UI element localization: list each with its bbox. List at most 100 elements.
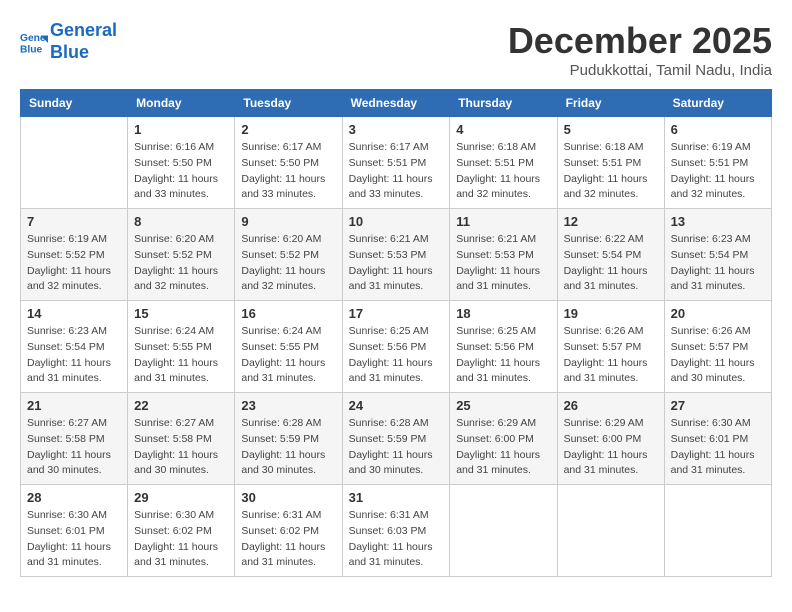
day-info: Sunrise: 6:26 AMSunset: 5:57 PMDaylight:… bbox=[671, 324, 765, 387]
calendar-cell: 3 Sunrise: 6:17 AMSunset: 5:51 PMDaylight… bbox=[342, 117, 450, 209]
calendar-cell: 1 Sunrise: 6:16 AMSunset: 5:50 PMDaylight… bbox=[128, 117, 235, 209]
day-info: Sunrise: 6:27 AMSunset: 5:58 PMDaylight:… bbox=[134, 416, 228, 479]
day-number: 29 bbox=[134, 490, 228, 505]
logo-line1: General bbox=[50, 20, 117, 40]
day-number: 19 bbox=[564, 306, 658, 321]
day-info: Sunrise: 6:20 AMSunset: 5:52 PMDaylight:… bbox=[241, 232, 335, 295]
day-info: Sunrise: 6:18 AMSunset: 5:51 PMDaylight:… bbox=[564, 140, 658, 203]
calendar-week-5: 28 Sunrise: 6:30 AMSunset: 6:01 PMDayligh… bbox=[21, 485, 772, 577]
calendar-cell: 21Sunrise: 6:27 AMSunset: 5:58 PMDayligh… bbox=[21, 393, 128, 485]
day-number: 24 bbox=[349, 398, 444, 413]
calendar-cell: 16Sunrise: 6:24 AMSunset: 5:55 PMDayligh… bbox=[235, 301, 342, 393]
calendar-cell bbox=[557, 485, 664, 577]
day-number: 10 bbox=[349, 214, 444, 229]
day-number: 2 bbox=[241, 122, 335, 137]
day-info: Sunrise: 6:31 AMSunset: 6:02 PMDaylight:… bbox=[241, 508, 335, 571]
day-number: 23 bbox=[241, 398, 335, 413]
day-info: Sunrise: 6:23 AMSunset: 5:54 PMDaylight:… bbox=[27, 324, 121, 387]
calendar-cell: 12Sunrise: 6:22 AMSunset: 5:54 PMDayligh… bbox=[557, 209, 664, 301]
day-info: Sunrise: 6:29 AMSunset: 6:00 PMDaylight:… bbox=[564, 416, 658, 479]
day-number: 11 bbox=[456, 214, 550, 229]
calendar-cell: 31 Sunrise: 6:31 AMSunset: 6:03 PMDayligh… bbox=[342, 485, 450, 577]
calendar-cell: 20 Sunrise: 6:26 AMSunset: 5:57 PMDayligh… bbox=[664, 301, 771, 393]
calendar-cell: 25 Sunrise: 6:29 AMSunset: 6:00 PMDayligh… bbox=[450, 393, 557, 485]
day-number: 21 bbox=[27, 398, 121, 413]
calendar-table: SundayMondayTuesdayWednesdayThursdayFrid… bbox=[20, 89, 772, 577]
calendar-cell: 18 Sunrise: 6:25 AMSunset: 5:56 PMDayligh… bbox=[450, 301, 557, 393]
calendar-week-3: 14 Sunrise: 6:23 AMSunset: 5:54 PMDayligh… bbox=[21, 301, 772, 393]
calendar-cell bbox=[450, 485, 557, 577]
day-number: 30 bbox=[241, 490, 335, 505]
day-number: 4 bbox=[456, 122, 550, 137]
calendar-cell: 22Sunrise: 6:27 AMSunset: 5:58 PMDayligh… bbox=[128, 393, 235, 485]
calendar-cell: 29 Sunrise: 6:30 AMSunset: 6:02 PMDayligh… bbox=[128, 485, 235, 577]
day-info: Sunrise: 6:16 AMSunset: 5:50 PMDaylight:… bbox=[134, 140, 228, 203]
day-info: Sunrise: 6:29 AMSunset: 6:00 PMDaylight:… bbox=[456, 416, 550, 479]
day-number: 1 bbox=[134, 122, 228, 137]
day-number: 14 bbox=[27, 306, 121, 321]
calendar-cell: 17 Sunrise: 6:25 AMSunset: 5:56 PMDayligh… bbox=[342, 301, 450, 393]
calendar-cell: 8Sunrise: 6:20 AMSunset: 5:52 PMDaylight… bbox=[128, 209, 235, 301]
day-number: 28 bbox=[27, 490, 121, 505]
day-number: 25 bbox=[456, 398, 550, 413]
day-number: 3 bbox=[349, 122, 444, 137]
day-info: Sunrise: 6:21 AMSunset: 5:53 PMDaylight:… bbox=[349, 232, 444, 295]
location-subtitle: Pudukkottai, Tamil Nadu, India bbox=[508, 62, 772, 79]
logo-icon: General Blue bbox=[20, 28, 48, 56]
day-info: Sunrise: 6:31 AMSunset: 6:03 PMDaylight:… bbox=[349, 508, 444, 571]
day-info: Sunrise: 6:30 AMSunset: 6:02 PMDaylight:… bbox=[134, 508, 228, 571]
day-info: Sunrise: 6:17 AMSunset: 5:51 PMDaylight:… bbox=[349, 140, 444, 203]
calendar-cell: 19Sunrise: 6:26 AMSunset: 5:57 PMDayligh… bbox=[557, 301, 664, 393]
calendar-cell: 7Sunrise: 6:19 AMSunset: 5:52 PMDaylight… bbox=[21, 209, 128, 301]
calendar-cell bbox=[21, 117, 128, 209]
calendar-cell: 9 Sunrise: 6:20 AMSunset: 5:52 PMDaylight… bbox=[235, 209, 342, 301]
day-number: 20 bbox=[671, 306, 765, 321]
day-info: Sunrise: 6:30 AMSunset: 6:01 PMDaylight:… bbox=[27, 508, 121, 571]
calendar-cell: 24 Sunrise: 6:28 AMSunset: 5:59 PMDayligh… bbox=[342, 393, 450, 485]
weekday-header-monday: Monday bbox=[128, 90, 235, 117]
weekday-header-sunday: Sunday bbox=[21, 90, 128, 117]
calendar-header: SundayMondayTuesdayWednesdayThursdayFrid… bbox=[21, 90, 772, 117]
logo-text: General Blue bbox=[50, 20, 117, 63]
day-number: 31 bbox=[349, 490, 444, 505]
day-number: 17 bbox=[349, 306, 444, 321]
day-info: Sunrise: 6:17 AMSunset: 5:50 PMDaylight:… bbox=[241, 140, 335, 203]
calendar-cell: 6 Sunrise: 6:19 AMSunset: 5:51 PMDaylight… bbox=[664, 117, 771, 209]
day-info: Sunrise: 6:25 AMSunset: 5:56 PMDaylight:… bbox=[349, 324, 444, 387]
weekday-header-thursday: Thursday bbox=[450, 90, 557, 117]
day-info: Sunrise: 6:23 AMSunset: 5:54 PMDaylight:… bbox=[671, 232, 765, 295]
day-info: Sunrise: 6:18 AMSunset: 5:51 PMDaylight:… bbox=[456, 140, 550, 203]
day-info: Sunrise: 6:25 AMSunset: 5:56 PMDaylight:… bbox=[456, 324, 550, 387]
day-info: Sunrise: 6:22 AMSunset: 5:54 PMDaylight:… bbox=[564, 232, 658, 295]
page-header: General Blue General Blue December 2025 … bbox=[20, 20, 772, 79]
calendar-cell: 5Sunrise: 6:18 AMSunset: 5:51 PMDaylight… bbox=[557, 117, 664, 209]
logo-line2: Blue bbox=[50, 42, 89, 62]
day-number: 9 bbox=[241, 214, 335, 229]
calendar-cell: 15Sunrise: 6:24 AMSunset: 5:55 PMDayligh… bbox=[128, 301, 235, 393]
day-number: 13 bbox=[671, 214, 765, 229]
weekday-header-tuesday: Tuesday bbox=[235, 90, 342, 117]
day-info: Sunrise: 6:19 AMSunset: 5:51 PMDaylight:… bbox=[671, 140, 765, 203]
day-number: 18 bbox=[456, 306, 550, 321]
calendar-cell: 23 Sunrise: 6:28 AMSunset: 5:59 PMDayligh… bbox=[235, 393, 342, 485]
day-number: 6 bbox=[671, 122, 765, 137]
day-info: Sunrise: 6:21 AMSunset: 5:53 PMDaylight:… bbox=[456, 232, 550, 295]
calendar-cell: 4 Sunrise: 6:18 AMSunset: 5:51 PMDaylight… bbox=[450, 117, 557, 209]
day-info: Sunrise: 6:28 AMSunset: 5:59 PMDaylight:… bbox=[349, 416, 444, 479]
calendar-cell: 11 Sunrise: 6:21 AMSunset: 5:53 PMDayligh… bbox=[450, 209, 557, 301]
day-info: Sunrise: 6:24 AMSunset: 5:55 PMDaylight:… bbox=[134, 324, 228, 387]
calendar-cell: 14 Sunrise: 6:23 AMSunset: 5:54 PMDayligh… bbox=[21, 301, 128, 393]
day-info: Sunrise: 6:30 AMSunset: 6:01 PMDaylight:… bbox=[671, 416, 765, 479]
calendar-week-2: 7Sunrise: 6:19 AMSunset: 5:52 PMDaylight… bbox=[21, 209, 772, 301]
calendar-cell: 27Sunrise: 6:30 AMSunset: 6:01 PMDayligh… bbox=[664, 393, 771, 485]
day-info: Sunrise: 6:19 AMSunset: 5:52 PMDaylight:… bbox=[27, 232, 121, 295]
day-number: 26 bbox=[564, 398, 658, 413]
day-info: Sunrise: 6:20 AMSunset: 5:52 PMDaylight:… bbox=[134, 232, 228, 295]
title-block: December 2025 Pudukkottai, Tamil Nadu, I… bbox=[508, 20, 772, 79]
day-number: 16 bbox=[241, 306, 335, 321]
logo: General Blue General Blue bbox=[20, 20, 117, 63]
weekday-header-friday: Friday bbox=[557, 90, 664, 117]
calendar-cell: 13 Sunrise: 6:23 AMSunset: 5:54 PMDayligh… bbox=[664, 209, 771, 301]
day-info: Sunrise: 6:28 AMSunset: 5:59 PMDaylight:… bbox=[241, 416, 335, 479]
calendar-cell: 28 Sunrise: 6:30 AMSunset: 6:01 PMDayligh… bbox=[21, 485, 128, 577]
